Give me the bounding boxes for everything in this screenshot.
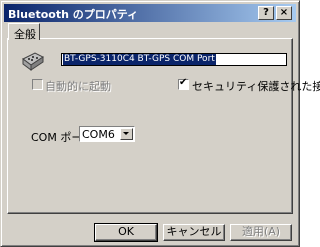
secure-connection-label: セキュリティ保護された接続 bbox=[192, 80, 320, 93]
ok-button[interactable]: OK bbox=[94, 223, 158, 242]
com-port-select[interactable]: COM6 bbox=[79, 126, 135, 142]
apply-button[interactable]: 適用(A) bbox=[230, 224, 292, 241]
secure-connection-checkbox[interactable]: ✔ bbox=[178, 77, 189, 90]
serial-port-connector-icon bbox=[22, 52, 44, 71]
help-button[interactable]: ? bbox=[258, 6, 274, 20]
properties-dialog: Bluetooth のプロパティ ? × 全般 BT-GPS-3110C4 BT… bbox=[0, 0, 320, 247]
auto-start-checkbox[interactable] bbox=[32, 79, 43, 90]
auto-start-label: 自動的に起動 bbox=[45, 80, 111, 93]
window-title: Bluetooth のプロパティ bbox=[8, 8, 139, 21]
help-icon: ? bbox=[263, 7, 269, 18]
tab-general-label: 全般 bbox=[14, 28, 36, 41]
device-name-field[interactable]: BT-GPS-3110C4 BT-GPS COM Port bbox=[61, 53, 287, 66]
chevron-down-icon[interactable] bbox=[120, 128, 133, 140]
com-port-value: COM6 bbox=[82, 128, 115, 141]
cancel-button[interactable]: キャンセル bbox=[163, 224, 225, 241]
checkmark-icon: ✔ bbox=[179, 77, 188, 88]
tab-general[interactable]: 全般 bbox=[8, 23, 40, 41]
close-icon: × bbox=[279, 7, 289, 18]
close-button[interactable]: × bbox=[276, 6, 292, 20]
device-name-text: BT-GPS-3110C4 BT-GPS COM Port bbox=[63, 54, 216, 65]
title-bar[interactable]: Bluetooth のプロパティ ? × bbox=[4, 4, 296, 22]
